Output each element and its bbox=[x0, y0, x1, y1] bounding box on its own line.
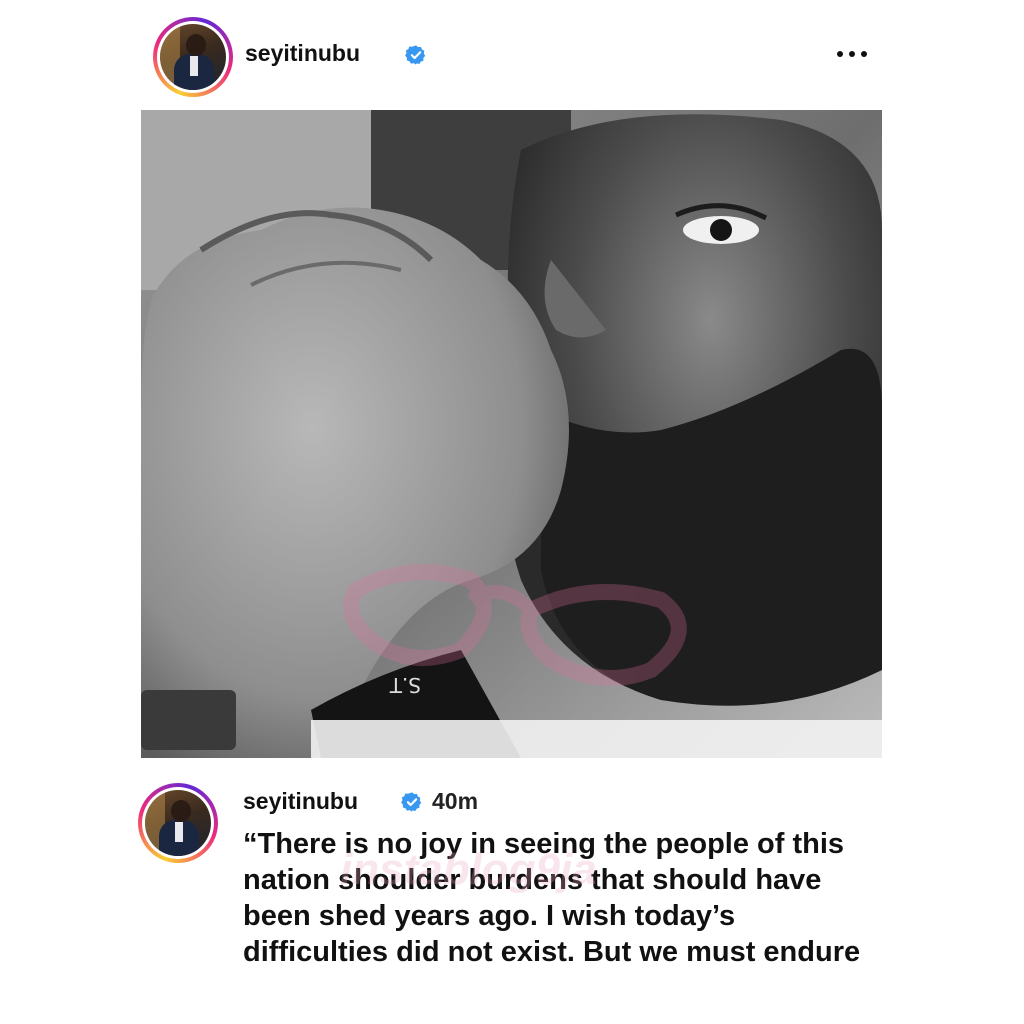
post-header: seyitinubu bbox=[0, 0, 1024, 110]
man-portrait-photo: S.T bbox=[141, 110, 882, 758]
story-ring[interactable] bbox=[153, 17, 233, 97]
username-link[interactable]: seyitinubu bbox=[245, 40, 360, 67]
wrist-text: S.T bbox=[389, 673, 421, 697]
caption-story-ring[interactable] bbox=[138, 783, 218, 863]
caption-text: “There is no joy in seeing the people of… bbox=[243, 828, 861, 968]
post-time: 40m bbox=[432, 788, 479, 814]
avatar[interactable] bbox=[160, 24, 226, 90]
verified-badge-icon bbox=[401, 792, 422, 812]
verified-badge-icon bbox=[405, 45, 426, 65]
caption-avatar[interactable] bbox=[145, 790, 211, 856]
post-image[interactable]: S.T bbox=[141, 110, 882, 758]
more-options-icon[interactable] bbox=[832, 44, 872, 64]
caption-username[interactable]: seyitinubu bbox=[243, 788, 358, 815]
